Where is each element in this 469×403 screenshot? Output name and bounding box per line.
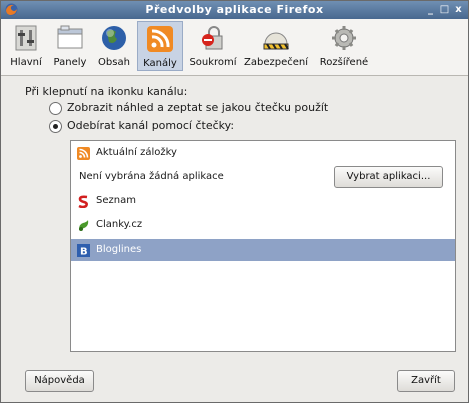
tab-content-label: Obsah — [98, 57, 130, 68]
close-window-button[interactable]: x — [453, 4, 464, 15]
tab-tabs[interactable]: Panely — [49, 21, 91, 71]
list-item[interactable]: B Bloglines — [71, 239, 455, 261]
globe-icon — [102, 26, 126, 50]
rss-feed-icon — [77, 147, 90, 160]
list-item[interactable]: Aktuální záložky — [71, 142, 455, 164]
minimize-button[interactable]: _ — [425, 4, 436, 15]
tab-security[interactable]: Zabezpečení — [243, 21, 309, 71]
clanky-icon — [79, 220, 89, 231]
tab-advanced-label: Rozšířené — [319, 57, 369, 68]
close-button[interactable]: Zavřít — [397, 370, 455, 392]
list-item[interactable]: Není vybrána žádná aplikace Vybrat aplik… — [71, 166, 455, 188]
tab-general-label: Hlavní — [10, 57, 42, 68]
tab-advanced[interactable]: Rozšířené — [311, 21, 377, 71]
tab-general[interactable]: Hlavní — [5, 21, 47, 71]
preferences-window: Předvolby aplikace Firefox _ □ x Hlavní … — [0, 0, 469, 403]
rss-feed-icon — [147, 26, 173, 52]
preview-option-label: Zobrazit náhled a zeptat se jakou čtečku… — [67, 101, 329, 114]
reader-label: Clanky.cz — [96, 219, 143, 230]
general-switches-icon — [15, 25, 37, 51]
tab-privacy-label: Soukromí — [189, 57, 237, 68]
subscribe-radio[interactable] — [49, 120, 62, 133]
subscribe-option-label: Odebírat kanál pomocí čtečky: — [67, 119, 235, 132]
tab-tabs-label: Panely — [53, 57, 87, 68]
feed-click-heading: Při klepnutí na ikonku kanálu: — [25, 85, 188, 98]
reader-label: Bloglines — [96, 244, 142, 255]
feed-reader-list[interactable]: Aktuální záložky Není vybrána žádná apli… — [70, 140, 456, 352]
tab-feeds[interactable]: Kanály — [137, 21, 183, 71]
gear-icon — [332, 26, 356, 50]
tab-content[interactable]: Obsah — [93, 21, 135, 71]
tabs-window-icon — [57, 25, 83, 49]
window-title: Předvolby aplikace Firefox — [145, 3, 324, 16]
svg-text:B: B — [80, 247, 88, 258]
security-hardhat-icon — [263, 32, 289, 50]
bloglines-icon: B — [77, 244, 90, 257]
help-button[interactable]: Nápověda — [25, 370, 94, 392]
choose-application-button[interactable]: Vybrat aplikaci... — [334, 166, 443, 188]
preview-radio[interactable] — [49, 102, 62, 115]
privacy-lock-icon — [202, 26, 223, 50]
tab-security-label: Zabezpečení — [244, 57, 308, 68]
list-item[interactable]: Clanky.cz — [71, 214, 455, 236]
tab-privacy[interactable]: Soukromí — [186, 21, 240, 71]
reader-label: Aktuální záložky — [96, 147, 177, 158]
seznam-icon — [78, 195, 88, 208]
tab-feeds-label: Kanály — [143, 58, 177, 69]
list-item[interactable]: Seznam — [71, 190, 455, 212]
reader-label: Seznam — [96, 195, 136, 206]
maximize-button[interactable]: □ — [439, 4, 450, 15]
title-bar[interactable]: Předvolby aplikace Firefox _ □ x — [1, 1, 468, 19]
reader-label: Není vybrána žádná aplikace — [79, 171, 224, 182]
preferences-pane-toolbar: Hlavní Panely Obsah Kanály Soukromí Zabe… — [1, 19, 468, 76]
